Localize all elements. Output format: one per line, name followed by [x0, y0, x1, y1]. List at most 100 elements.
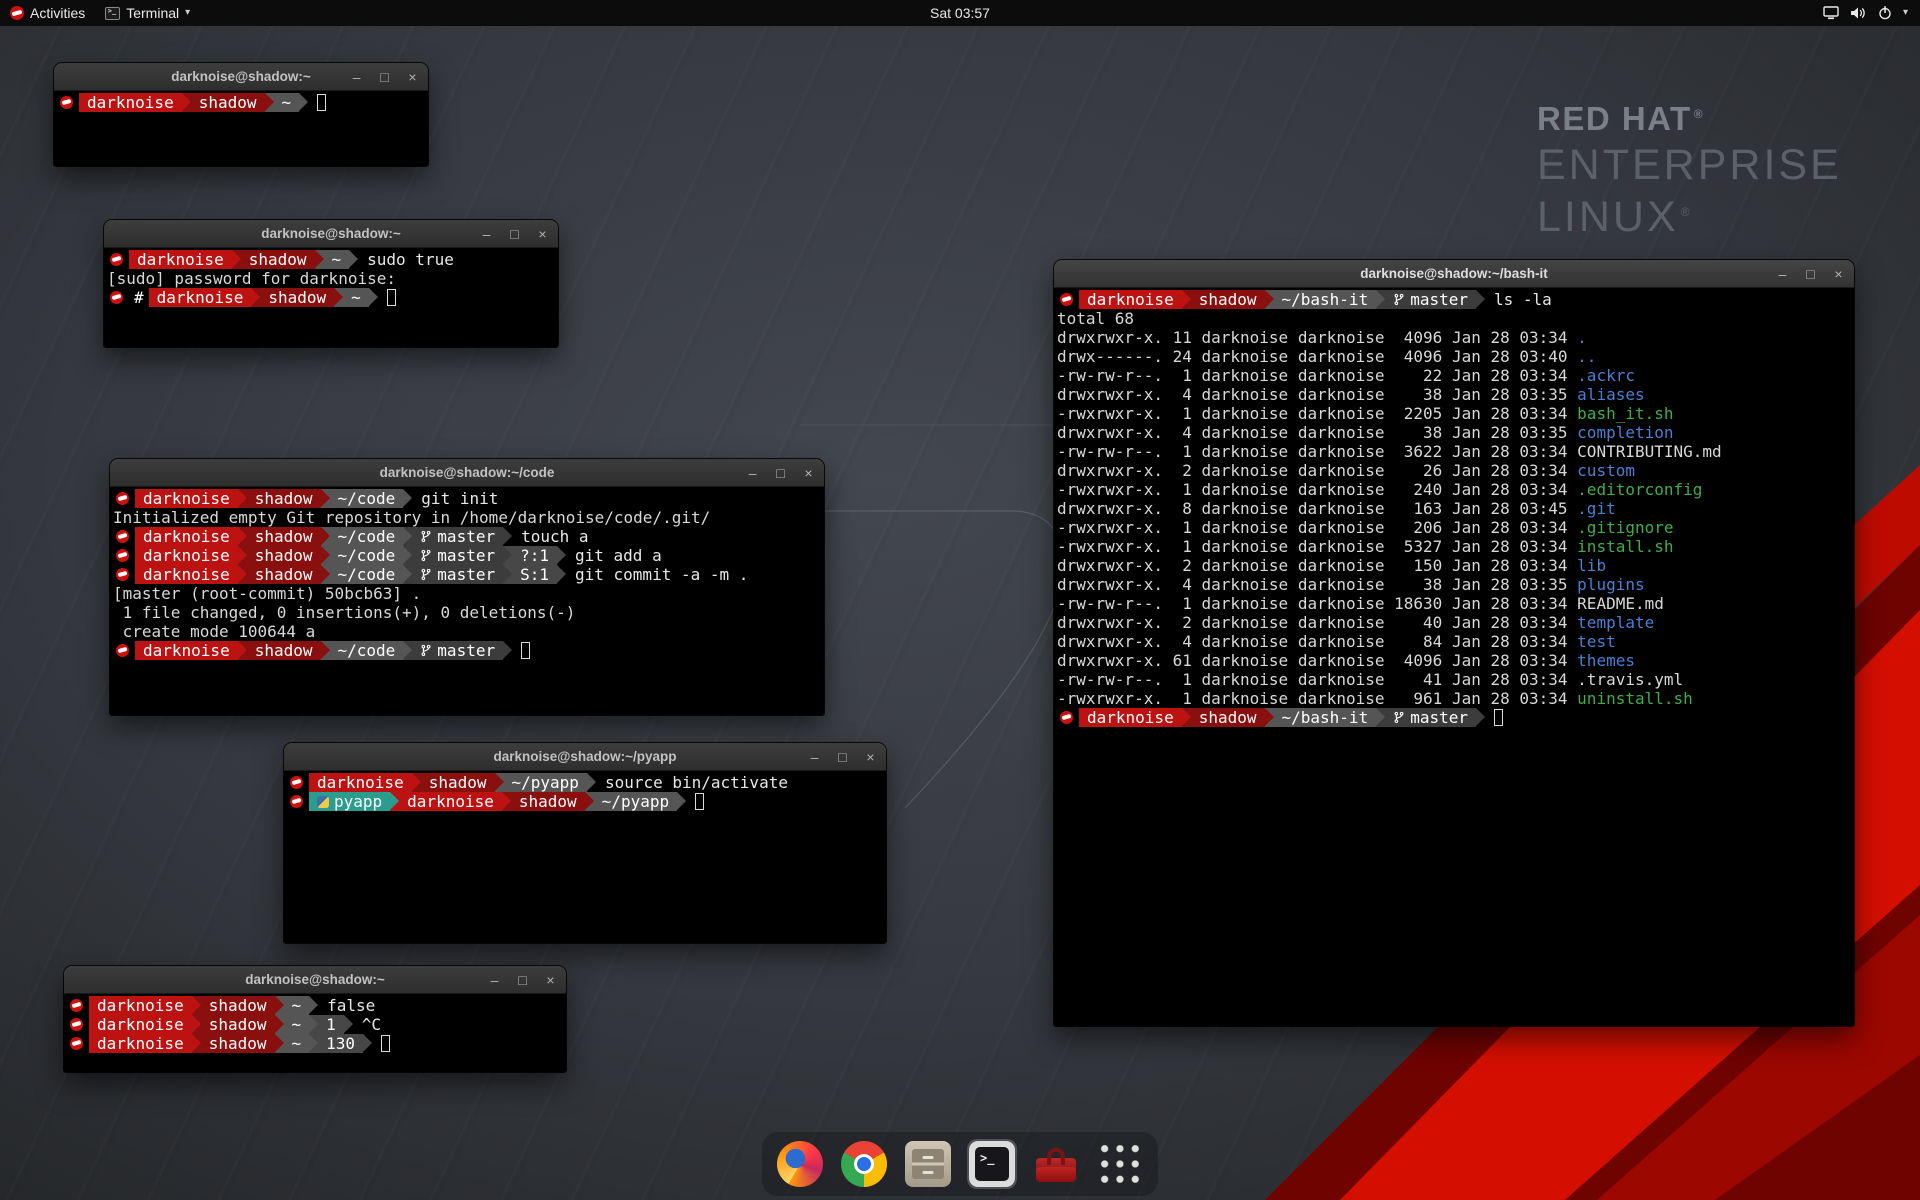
- redhat-icon: [116, 530, 129, 543]
- terminal-prompt-line: darknoiseshadow~1^C: [67, 1015, 566, 1034]
- terminal-output-line: -rw-rw-r--. 1 darknoise darknoise 18630 …: [1057, 594, 1854, 613]
- window-titlebar[interactable]: darknoise@shadow:~/code–□×: [110, 459, 824, 487]
- terminal-output-line: -rw-rw-r--. 1 darknoise darknoise 22 Jan…: [1057, 366, 1854, 385]
- app-menu-terminal[interactable]: Terminal ▾: [95, 0, 200, 26]
- powerline-arrow-icon: [238, 641, 247, 660]
- maximize-button[interactable]: □: [508, 227, 521, 241]
- minimize-button[interactable]: –: [808, 750, 821, 764]
- powerline-arrow-icon: [503, 641, 512, 660]
- dock-item-terminal[interactable]: [967, 1139, 1017, 1189]
- close-button[interactable]: ×: [536, 227, 549, 241]
- terminal-output-line: -rwxrwxr-x. 1 darknoise darknoise 2205 J…: [1057, 404, 1854, 423]
- powerline-arrow-icon: [390, 792, 399, 811]
- close-button[interactable]: ×: [406, 70, 419, 84]
- terminal-output-line: drwx------. 24 darknoise darknoise 4096 …: [1057, 347, 1854, 366]
- redhat-icon: [1060, 293, 1073, 306]
- window-controls: – □ ×: [480, 220, 549, 247]
- powerline-arrow-icon: [1265, 290, 1274, 309]
- prompt-segment-host: shadow: [191, 93, 265, 112]
- dock-item-files[interactable]: [903, 1139, 953, 1189]
- redhat-icon: [116, 492, 129, 505]
- prompt-segment-path: ~/code: [330, 565, 404, 584]
- terminal-screen[interactable]: darknoiseshadow~/bash-itmasterls -latota…: [1054, 288, 1854, 1026]
- prompt-segment-user: darknoise: [1079, 290, 1182, 309]
- close-button[interactable]: ×: [1832, 267, 1845, 281]
- git-branch-icon: [420, 568, 432, 581]
- terminal-screen[interactable]: darknoiseshadow~falsedarknoiseshadow~1^C…: [64, 994, 566, 1072]
- minimize-button[interactable]: –: [480, 227, 493, 241]
- clock[interactable]: Sat 03:57: [920, 0, 1000, 26]
- powerline-arrow-icon: [344, 1015, 353, 1034]
- window-title: darknoise@shadow:~: [245, 972, 385, 987]
- prompt-segment-status: ?:1: [512, 546, 557, 565]
- powerline-arrow-icon: [585, 792, 594, 811]
- redhat-icon: [116, 568, 129, 581]
- close-button[interactable]: ×: [544, 973, 557, 987]
- activities-label: Activities: [30, 5, 85, 21]
- dock-item-appgrid[interactable]: [1095, 1139, 1145, 1189]
- terminal-output-line: drwxrwxr-x. 4 darknoise darknoise 38 Jan…: [1057, 575, 1854, 594]
- terminal-window-t6: darknoise@shadow:~/bash-it–□×darknoisesh…: [1054, 260, 1854, 1026]
- system-status-area[interactable]: ▾: [1811, 0, 1920, 26]
- window-titlebar[interactable]: darknoise@shadow:~ – □ ×: [54, 63, 428, 91]
- prompt-segment-path: ~/code: [330, 527, 404, 546]
- redhat-icon: [290, 795, 303, 808]
- prompt-segment-user: darknoise: [89, 1015, 192, 1034]
- terminal-prompt-line: darknoiseshadow~/codemaster: [113, 641, 824, 660]
- terminal-screen[interactable]: darknoiseshadow~: [54, 91, 428, 166]
- maximize-button[interactable]: □: [378, 70, 391, 84]
- activities-button[interactable]: Activities: [0, 0, 95, 26]
- minimize-button[interactable]: –: [1776, 267, 1789, 281]
- prompt-segment-host: shadow: [241, 250, 315, 269]
- terminal-cursor: [695, 793, 704, 810]
- terminal-output-line: -rw-rw-r--. 1 darknoise darknoise 41 Jan…: [1057, 670, 1854, 689]
- powerline-arrow-icon: [309, 996, 318, 1015]
- terminal-screen[interactable]: darknoiseshadow~/pyappsource bin/activat…: [284, 771, 886, 943]
- top-bar: Activities Terminal ▾ Sat 03:57 ▾: [0, 0, 1920, 26]
- redhat-icon: [1060, 711, 1073, 724]
- minimize-button[interactable]: –: [746, 466, 759, 480]
- terminal-prompt-line: darknoiseshadow~/codemasterS:1git commit…: [113, 565, 824, 584]
- maximize-button[interactable]: □: [516, 973, 529, 987]
- git-branch-icon: [1393, 293, 1405, 306]
- minimize-button[interactable]: –: [488, 973, 501, 987]
- prompt-segment-user: darknoise: [129, 250, 232, 269]
- window-controls: – □ ×: [1776, 260, 1845, 287]
- terminal-output-line: -rwxrwxr-x. 1 darknoise darknoise 206 Ja…: [1057, 518, 1854, 537]
- window-titlebar[interactable]: darknoise@shadow:~/bash-it–□×: [1054, 260, 1854, 288]
- terminal-output-line: drwxrwxr-x. 4 darknoise darknoise 38 Jan…: [1057, 385, 1854, 404]
- dock-item-firefox[interactable]: [775, 1139, 825, 1189]
- maximize-button[interactable]: □: [774, 466, 787, 480]
- window-title: darknoise@shadow:~: [171, 69, 311, 84]
- terminal-output-line: 1 file changed, 0 insertions(+), 0 delet…: [113, 603, 824, 622]
- prompt-segment-host: shadow: [247, 546, 321, 565]
- window-controls: – □ ×: [746, 459, 815, 486]
- window-titlebar[interactable]: darknoise@shadow:~/pyapp–□×: [284, 743, 886, 771]
- powerline-arrow-icon: [275, 996, 284, 1015]
- terminal-cursor: [387, 289, 396, 306]
- terminal-icon: [969, 1141, 1015, 1187]
- dock-item-chrome[interactable]: [839, 1139, 889, 1189]
- prompt-segment-status: S:1: [512, 565, 557, 584]
- prompt-segment-git: master: [1385, 708, 1476, 727]
- window-titlebar[interactable]: darknoise@shadow:~–□×: [104, 220, 558, 248]
- maximize-button[interactable]: □: [836, 750, 849, 764]
- powerline-arrow-icon: [403, 641, 412, 660]
- close-button[interactable]: ×: [802, 466, 815, 480]
- command-text: source bin/activate: [605, 773, 788, 792]
- maximize-button[interactable]: □: [1804, 267, 1817, 281]
- terminal-screen[interactable]: darknoiseshadow~/codegit initInitialized…: [110, 487, 824, 715]
- powerline-arrow-icon: [1376, 290, 1385, 309]
- terminal-output-line: drwxrwxr-x. 4 darknoise darknoise 38 Jan…: [1057, 423, 1854, 442]
- dock: [762, 1132, 1158, 1196]
- powerline-arrow-icon: [369, 288, 378, 307]
- minimize-button[interactable]: –: [350, 70, 363, 84]
- terminal-output-line: [sudo] password for darknoise:: [107, 269, 558, 288]
- powerline-arrow-icon: [321, 641, 330, 660]
- window-titlebar[interactable]: darknoise@shadow:~ – □ ×: [64, 966, 566, 994]
- dock-item-toolbox[interactable]: [1031, 1139, 1081, 1189]
- terminal-screen[interactable]: darknoiseshadow~sudo true[sudo] password…: [104, 248, 558, 347]
- powerline-arrow-icon: [557, 546, 566, 565]
- close-button[interactable]: ×: [864, 750, 877, 764]
- prompt-segment-user: darknoise: [89, 996, 192, 1015]
